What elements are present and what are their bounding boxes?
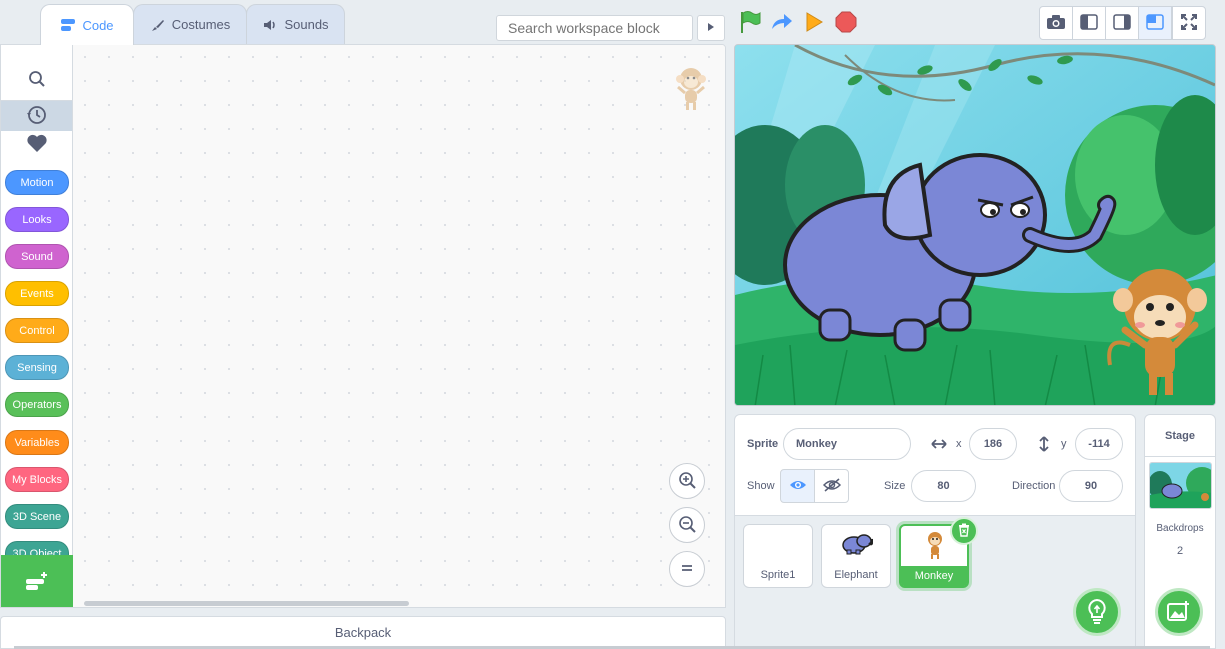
equals-icon xyxy=(679,562,695,577)
history-icon xyxy=(26,104,48,129)
eye-icon xyxy=(789,479,807,494)
horizontal-scrollbar[interactable] xyxy=(84,601,409,606)
direction-label: Direction xyxy=(1012,480,1056,492)
small-stage-button[interactable] xyxy=(1072,6,1106,40)
add-extension-button[interactable] xyxy=(1,555,73,607)
tab-costumes[interactable]: Costumes xyxy=(133,4,247,44)
current-sprite-indicator xyxy=(673,65,709,116)
stage-panel-title: Stage xyxy=(1145,415,1215,457)
category-control[interactable]: Control xyxy=(5,318,69,343)
script-workspace[interactable] xyxy=(73,45,725,607)
tab-sounds[interactable]: Sounds xyxy=(246,4,345,44)
fullscreen-icon xyxy=(1180,13,1198,34)
code-area: Motion Looks Sound Events Control Sensin… xyxy=(0,44,726,608)
stage[interactable] xyxy=(734,44,1216,406)
zoom-in-button[interactable] xyxy=(669,463,705,499)
category-menu: Motion Looks Sound Events Control Sensin… xyxy=(1,45,73,555)
editor-tabs: Code Costumes Sounds xyxy=(40,4,345,45)
stage-mode-buttons xyxy=(1039,6,1206,40)
visibility-toggle xyxy=(780,469,849,503)
fullscreen-button[interactable] xyxy=(1172,6,1206,40)
speaker-icon xyxy=(262,18,278,32)
add-backdrop-icon xyxy=(1167,600,1191,625)
green-flag-icon[interactable] xyxy=(738,10,762,34)
large-stage-icon xyxy=(1113,13,1131,33)
category-sensing[interactable]: Sensing xyxy=(5,355,69,380)
size-field[interactable]: 80 xyxy=(911,470,976,502)
stop-icon[interactable] xyxy=(834,10,858,34)
sprite-tile-name: Monkey xyxy=(901,566,967,586)
category-sound[interactable]: Sound xyxy=(5,244,69,269)
favorites-button[interactable] xyxy=(1,131,72,157)
delete-sprite-button[interactable] xyxy=(950,517,978,545)
code-icon xyxy=(60,18,76,32)
direction-field[interactable]: 90 xyxy=(1059,470,1123,502)
show-visible-button[interactable] xyxy=(780,469,815,503)
sprite-tile-name: Sprite1 xyxy=(760,569,796,581)
zoom-reset-button[interactable] xyxy=(669,551,705,587)
block-search-button[interactable] xyxy=(1,61,72,101)
small-stage-icon xyxy=(1080,13,1098,33)
add-extension-icon xyxy=(24,570,50,595)
zoom-out-button[interactable] xyxy=(669,507,705,543)
lightbulb-icon xyxy=(1086,598,1108,627)
category-looks[interactable]: Looks xyxy=(5,207,69,232)
category-3d-scene[interactable]: 3D Scene xyxy=(5,504,69,529)
large-stage-button[interactable] xyxy=(1105,6,1139,40)
sprite-tile-elephant[interactable]: Elephant xyxy=(821,524,891,588)
layout-icon xyxy=(1146,13,1164,33)
x-field[interactable]: 186 xyxy=(969,428,1017,460)
category-events[interactable]: Events xyxy=(5,281,69,306)
play-icon[interactable] xyxy=(802,10,826,34)
y-label: y xyxy=(1061,438,1067,450)
workspace-search-button[interactable] xyxy=(697,15,725,41)
category-3d-object[interactable]: 3D Object xyxy=(5,541,69,555)
size-label: Size xyxy=(884,480,906,492)
category-my-blocks[interactable]: My Blocks xyxy=(5,467,69,492)
show-label: Show xyxy=(747,480,775,492)
trash-icon xyxy=(958,523,970,540)
add-sprite-button[interactable] xyxy=(1073,588,1121,636)
show-hidden-button[interactable] xyxy=(814,469,849,503)
play-triangle-icon xyxy=(707,21,715,35)
tab-costumes-label: Costumes xyxy=(171,17,231,32)
sprite-name-field[interactable]: Monkey xyxy=(783,428,911,460)
y-field[interactable]: -114 xyxy=(1075,428,1123,460)
add-backdrop-button[interactable] xyxy=(1155,588,1203,636)
eye-slash-icon xyxy=(822,477,841,495)
zoom-in-icon xyxy=(677,470,697,493)
brush-icon xyxy=(150,18,166,32)
heart-icon xyxy=(26,133,48,156)
category-variables[interactable]: Variables xyxy=(5,430,69,455)
tab-code-label: Code xyxy=(82,17,114,33)
backdrop-thumbnail xyxy=(1149,462,1212,509)
backdrops-count: 2 xyxy=(1176,545,1184,557)
screenshot-button[interactable] xyxy=(1039,6,1073,40)
search-icon xyxy=(28,70,46,91)
history-button[interactable] xyxy=(1,101,72,131)
sprite-tile-sprite1[interactable]: Sprite1 xyxy=(743,524,813,588)
camera-icon xyxy=(1046,14,1066,33)
x-arrow-icon xyxy=(930,438,948,453)
tab-code[interactable]: Code xyxy=(40,4,134,45)
turbo-icon[interactable] xyxy=(770,10,794,34)
stage-scene xyxy=(735,45,1215,405)
workspace-search-input[interactable] xyxy=(496,15,693,41)
sprite-tile-name: Elephant xyxy=(834,569,878,581)
monkey-thumbnail xyxy=(923,530,947,563)
tab-sounds-label: Sounds xyxy=(284,17,329,32)
backpack[interactable]: Backpack xyxy=(0,616,726,649)
backdrops-label: Backdrops xyxy=(1156,523,1204,534)
x-label: x xyxy=(956,438,962,450)
zoom-out-icon xyxy=(677,514,697,537)
elephant-thumbnail xyxy=(841,533,874,558)
sprite-label: Sprite xyxy=(747,438,779,450)
layout-toggle-button[interactable] xyxy=(1138,6,1172,40)
category-motion[interactable]: Motion xyxy=(5,170,69,195)
run-controls xyxy=(738,10,858,34)
y-arrow-icon xyxy=(1038,435,1050,456)
category-operators[interactable]: Operators xyxy=(5,392,69,417)
backpack-label: Backpack xyxy=(334,625,392,640)
